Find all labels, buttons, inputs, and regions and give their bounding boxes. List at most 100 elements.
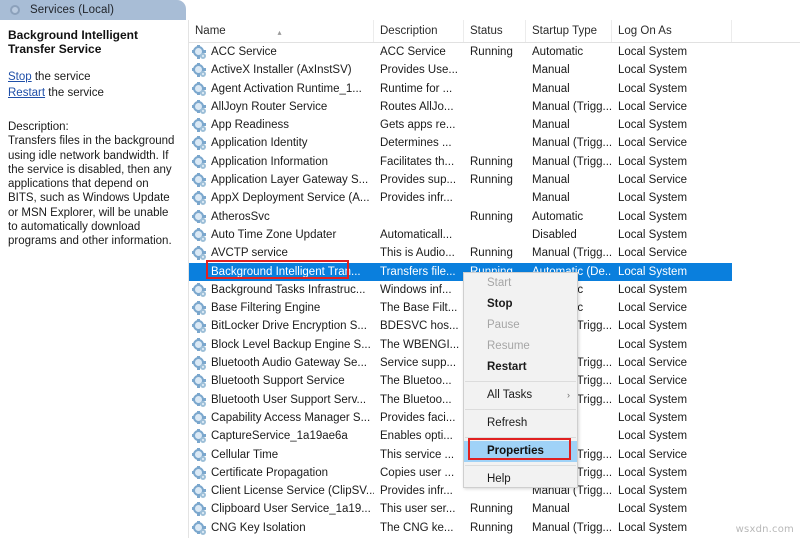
menu-item-properties[interactable]: Properties <box>464 441 577 462</box>
cell-name: Application Identity <box>189 134 374 152</box>
column-header-description[interactable]: Description <box>374 20 464 42</box>
cell-logon: Local Service <box>612 244 732 262</box>
cell-name: CNG Key Isolation <box>189 519 374 537</box>
list-header: Name▴Description Status Startup TypeLog On… <box>189 20 800 43</box>
menu-item-help[interactable]: Help <box>464 469 577 490</box>
cell-startup: Manual (Trigg... <box>526 134 612 152</box>
description-heading: Description: <box>8 120 178 134</box>
cell-name: ACC Service <box>189 43 374 61</box>
cell-status: Running <box>464 153 526 171</box>
table-row[interactable]: Auto Time Zone UpdaterAutomaticall...Dis… <box>189 226 800 244</box>
cell-status: Running <box>464 43 526 61</box>
watermark: wsxdn.com <box>736 524 794 535</box>
cell-name: Bluetooth Support Service <box>189 372 374 390</box>
menu-item-resume: Resume <box>464 336 577 357</box>
cell-description: ACC Service <box>374 43 464 61</box>
sort-ascending-icon: ▴ <box>278 22 282 42</box>
cell-description: Windows inf... <box>374 281 464 299</box>
menu-item-restart[interactable]: Restart <box>464 357 577 378</box>
column-header-name[interactable]: Name▴ <box>189 20 374 42</box>
tab-services-local[interactable]: Services (Local) <box>0 0 186 20</box>
menu-item-refresh[interactable]: Refresh <box>464 413 577 434</box>
table-row[interactable]: ACC ServiceACC ServiceRunningAutomaticLo… <box>189 43 800 61</box>
column-header-log-on-as[interactable]: Log On As <box>612 20 732 42</box>
cell-startup: Manual <box>526 116 612 134</box>
cell-status <box>464 189 526 207</box>
table-row[interactable]: AppX Deployment Service (A...Provides in… <box>189 189 800 207</box>
restart-action-suffix: the service <box>45 87 104 99</box>
cell-logon: Local System <box>612 116 732 134</box>
cell-name: AtherosSvc <box>189 208 374 226</box>
cell-logon: Local Service <box>612 171 732 189</box>
tab-label: Services (Local) <box>30 4 114 16</box>
menu-item-label: Stop <box>487 298 513 310</box>
cell-name: AVCTP service <box>189 244 374 262</box>
cell-description: Determines ... <box>374 134 464 152</box>
table-row[interactable]: AllJoyn Router ServiceRoutes AllJo... Man… <box>189 98 800 116</box>
context-menu[interactable]: StartStopPauseResumeRestartAll Tasks›Ref… <box>463 272 578 488</box>
cell-status: Running <box>464 208 526 226</box>
cell-logon: Local System <box>612 208 732 226</box>
cell-logon: Local Service <box>612 98 732 116</box>
menu-item-all-tasks[interactable]: All Tasks› <box>464 385 577 406</box>
table-row[interactable]: App ReadinessGets apps re...ManualLocal … <box>189 116 800 134</box>
menu-item-stop[interactable]: Stop <box>464 294 577 315</box>
cell-name: Clipboard User Service_1a19... <box>189 500 374 518</box>
table-row[interactable]: AVCTP serviceThis is Audio...RunningManu… <box>189 244 800 262</box>
restart-service-link[interactable]: Restart <box>8 87 45 99</box>
cell-status <box>464 116 526 134</box>
cell-name: Background Tasks Infrastruc... <box>189 281 374 299</box>
table-row[interactable]: Agent Activation Runtime_1...Runtime for… <box>189 80 800 98</box>
cell-status <box>464 134 526 152</box>
cell-description: The CNG ke... <box>374 519 464 537</box>
table-row[interactable]: Application Layer Gateway S...Provides s… <box>189 171 800 189</box>
cell-logon: Local System <box>612 409 732 427</box>
stop-service-link[interactable]: Stop <box>8 71 32 83</box>
cell-description: Routes AllJo... <box>374 98 464 116</box>
cell-description: Automaticall... <box>374 226 464 244</box>
cell-startup: Manual (Trigg... <box>526 519 612 537</box>
cell-description: This service ... <box>374 446 464 464</box>
table-row[interactable]: Clipboard User Service_1a19...This user … <box>189 500 800 518</box>
cell-logon: Local System <box>612 519 732 537</box>
cell-logon: Local System <box>612 281 732 299</box>
table-row[interactable]: Application InformationFacilitates th...… <box>189 153 800 171</box>
cell-status <box>464 61 526 79</box>
cell-logon: Local System <box>612 61 732 79</box>
menu-item-label: Refresh <box>487 417 527 429</box>
cell-name: CaptureService_1a19ae6a <box>189 427 374 445</box>
cell-name: ActiveX Installer (AxInstSV) <box>189 61 374 79</box>
submenu-chevron-icon: › <box>567 385 570 406</box>
cell-startup: Manual (Trigg... <box>526 98 612 116</box>
cell-logon: Local System <box>612 500 732 518</box>
cell-logon: Local System <box>612 80 732 98</box>
table-row[interactable]: AtherosSvcRunningAutomaticLocal System <box>189 208 800 226</box>
cell-name: Cellular Time <box>189 446 374 464</box>
cell-startup: Manual <box>526 189 612 207</box>
cell-name: AllJoyn Router Service <box>189 98 374 116</box>
column-header-label: Status <box>470 25 503 37</box>
cell-description: Transfers file... <box>374 263 464 281</box>
cell-description: This is Audio... <box>374 244 464 262</box>
service-title: Background Intelligent Transfer Service <box>8 28 178 56</box>
table-row[interactable]: CNG Key IsolationThe CNG ke...RunningMan… <box>189 519 800 537</box>
cell-name: Auto Time Zone Updater <box>189 226 374 244</box>
cell-status <box>464 80 526 98</box>
cell-name: Certificate Propagation <box>189 464 374 482</box>
menu-separator <box>465 409 576 410</box>
cell-description: Copies user ... <box>374 464 464 482</box>
stop-action-line: Stop the service <box>8 70 178 85</box>
cell-description: BDESVC hos... <box>374 317 464 335</box>
column-header-status[interactable]: Status <box>464 20 526 42</box>
table-row[interactable]: Application IdentityDetermines ... Manual… <box>189 134 800 152</box>
table-row[interactable]: ActiveX Installer (AxInstSV)Provides Use… <box>189 61 800 79</box>
menu-item-start: Start <box>464 273 577 294</box>
cell-description: The Bluetoo... <box>374 372 464 390</box>
cell-name: Application Layer Gateway S... <box>189 171 374 189</box>
cell-description: Provides Use... <box>374 61 464 79</box>
cell-description: This user ser... <box>374 500 464 518</box>
cell-startup: Manual <box>526 171 612 189</box>
column-header-startup-type[interactable]: Startup Type <box>526 20 612 42</box>
cell-startup: Manual <box>526 61 612 79</box>
cell-name: BitLocker Drive Encryption S... <box>189 317 374 335</box>
